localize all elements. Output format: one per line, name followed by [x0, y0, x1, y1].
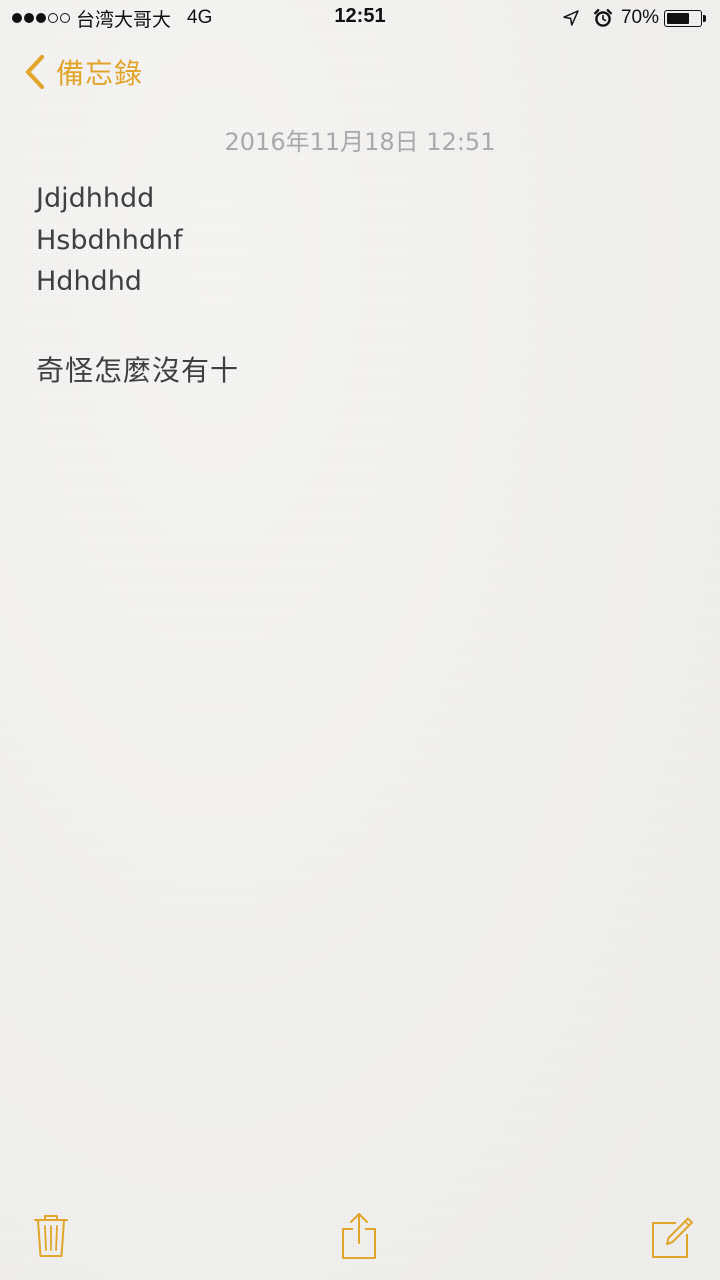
note-line: Hdhdhd	[36, 266, 142, 297]
battery-icon	[664, 9, 708, 28]
note-line: Hsbdhhdhf	[36, 224, 183, 256]
note-line: Jdjdhhdd	[36, 183, 155, 214]
chevron-left-icon	[24, 54, 46, 90]
status-right: 70%	[563, 6, 708, 30]
compose-icon	[650, 1213, 694, 1263]
battery-body	[664, 9, 702, 27]
note-line: 奇怪怎麼沒有十	[36, 354, 240, 387]
location-arrow-icon	[563, 10, 579, 26]
compose-button[interactable]	[648, 1208, 696, 1268]
share-button[interactable]	[335, 1208, 383, 1268]
note-line-blank	[36, 303, 686, 345]
delete-button[interactable]	[27, 1208, 75, 1268]
battery-fill	[667, 12, 690, 24]
note-body[interactable]: Jdjdhhdd Hsbdhhdhf Hdhdhd 奇怪怎麼沒有十	[36, 178, 686, 392]
share-icon	[339, 1211, 379, 1265]
back-button[interactable]: 備忘錄	[24, 52, 143, 92]
battery-tip	[703, 14, 706, 22]
bottom-toolbar	[0, 1208, 720, 1268]
status-bar: 台湾大哥大 4G 12:51 70%	[0, 0, 720, 38]
alarm-clock-icon	[593, 8, 613, 28]
battery-percent: 70%	[620, 7, 659, 28]
trash-icon	[33, 1213, 69, 1263]
note-date: 2016年11月18日 12:51	[224, 128, 496, 156]
back-label: 備忘錄	[56, 57, 144, 90]
